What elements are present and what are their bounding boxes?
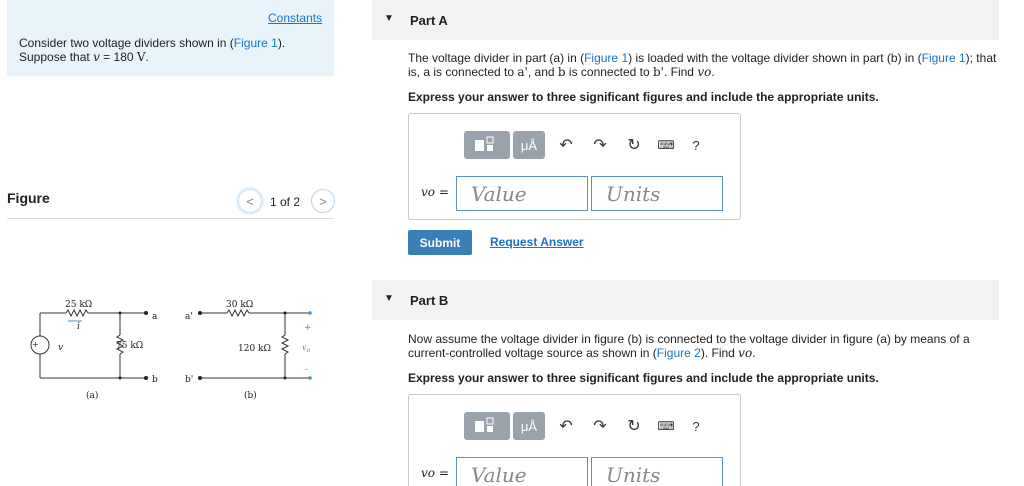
label-node-a-prime: a' xyxy=(185,312,193,322)
units-icon: μÅ xyxy=(520,418,538,434)
part-a-instruction: Express your answer to three significant… xyxy=(408,90,879,104)
figure-divider xyxy=(7,218,334,219)
value-input[interactable]: Value xyxy=(456,457,588,486)
label-25k: 25 kΩ xyxy=(65,300,92,310)
value-input[interactable]: Value xyxy=(456,176,588,211)
part-a-header[interactable] xyxy=(372,0,999,40)
source-plus: + xyxy=(32,340,39,349)
part-b-title: Part B xyxy=(410,293,449,308)
node-b-prime: b' xyxy=(652,65,664,79)
problem-text: . xyxy=(145,50,149,64)
question-text: . xyxy=(711,65,715,79)
caption-a: (a) xyxy=(86,390,98,401)
reset-icon[interactable]: ↻ xyxy=(623,135,645,155)
unit-volt: V xyxy=(136,50,146,64)
vo-minus: - xyxy=(305,365,308,375)
redo-icon[interactable]: ↷ xyxy=(589,416,611,436)
templates-button[interactable] xyxy=(464,412,510,440)
units-icon: μÅ xyxy=(520,137,538,153)
part-b-instruction: Express your answer to three significant… xyxy=(408,371,879,385)
units-input[interactable]: Units xyxy=(591,176,723,211)
request-answer-link[interactable]: Request Answer xyxy=(490,235,584,249)
chevron-left-icon: < xyxy=(246,193,254,209)
vo-subscript: o xyxy=(307,347,311,354)
figure-1-link[interactable]: Figure 1 xyxy=(584,51,628,65)
label-vo: vo xyxy=(302,343,311,354)
circuit-figure: 25 kΩ 75 kΩ v i a b (a) + 30 kΩ 120 kΩ a… xyxy=(30,300,312,401)
undo-icon[interactable]: ↶ xyxy=(555,416,577,436)
math-toolbar: μÅ ↶ ↷ ↻ ⌨ ? xyxy=(464,131,707,159)
problem-text: Consider two voltage dividers shown in ( xyxy=(19,36,234,50)
label-node-b-prime: b' xyxy=(185,375,193,385)
question-text: The voltage divider in part (a) in ( xyxy=(408,51,585,65)
keyboard-icon[interactable]: ⌨ xyxy=(655,419,677,433)
question-text: . xyxy=(752,346,756,360)
templates-button[interactable] xyxy=(464,131,510,159)
figure-2-link[interactable]: Figure 2 xyxy=(657,346,701,360)
vo-plus: + xyxy=(304,323,312,333)
figure-1-link[interactable]: Figure 1 xyxy=(234,36,278,50)
reset-icon[interactable]: ↻ xyxy=(623,416,645,436)
variable-v: v xyxy=(93,50,100,64)
vo-label: vo = xyxy=(421,185,449,199)
redo-icon[interactable]: ↷ xyxy=(589,135,611,155)
collapse-triangle-icon[interactable]: ▼ xyxy=(384,293,394,304)
part-a-question: The voltage divider in part (a) in (Figu… xyxy=(408,51,998,79)
units-button[interactable]: μÅ xyxy=(513,131,545,159)
problem-text: ). xyxy=(277,36,286,50)
chevron-right-icon: > xyxy=(319,193,327,209)
collapse-triangle-icon[interactable]: ▼ xyxy=(384,13,394,24)
question-text: ). Find xyxy=(700,346,739,360)
figure-1-link[interactable]: Figure 1 xyxy=(922,51,966,65)
part-b-question: Now assume the voltage divider in figure… xyxy=(408,332,988,360)
vo-label: vo = xyxy=(421,466,449,480)
node-a-prime: a' xyxy=(517,65,528,79)
templates-icon xyxy=(475,417,494,432)
part-b-header[interactable] xyxy=(372,280,999,320)
label-node-a: a xyxy=(152,312,158,322)
figure-next-button[interactable]: > xyxy=(311,189,335,213)
label-current-i: i xyxy=(77,322,80,332)
label-30k: 30 kΩ xyxy=(226,300,253,310)
part-a-title: Part A xyxy=(410,13,448,28)
figure-page-count: 1 of 2 xyxy=(270,195,301,209)
label-source-v: v xyxy=(58,343,63,353)
templates-icon xyxy=(475,136,494,151)
resistor-25k xyxy=(65,308,89,318)
caption-b: (b) xyxy=(244,390,257,401)
figure-prev-button[interactable]: < xyxy=(238,189,262,213)
node-b: b xyxy=(557,65,566,79)
part-b-answer-box: μÅ ↶ ↷ ↻ ⌨ ? vo = Value Units xyxy=(408,394,741,486)
question-text: , and xyxy=(527,65,558,79)
question-text: is connected to xyxy=(565,65,653,79)
help-icon[interactable]: ? xyxy=(685,419,707,434)
constants-link[interactable]: Constants xyxy=(268,11,322,25)
question-text: . Find xyxy=(663,65,698,79)
submit-button[interactable]: Submit xyxy=(408,230,472,255)
variable-vo: vo xyxy=(738,346,753,360)
units-button[interactable]: μÅ xyxy=(513,412,545,440)
help-icon[interactable]: ? xyxy=(685,138,707,153)
label-120k: 120 kΩ xyxy=(238,344,271,354)
undo-icon[interactable]: ↶ xyxy=(555,135,577,155)
math-toolbar: μÅ ↶ ↷ ↻ ⌨ ? xyxy=(464,412,707,440)
variable-vo: vo xyxy=(697,65,712,79)
label-node-b: b xyxy=(152,375,158,385)
resistor-120k xyxy=(280,334,290,355)
problem-text: Suppose that xyxy=(19,50,94,64)
units-input[interactable]: Units xyxy=(591,457,723,486)
figure-title: Figure xyxy=(7,190,50,206)
resistor-30k xyxy=(226,308,250,318)
part-a-answer-box: μÅ ↶ ↷ ↻ ⌨ ? vo = Value Units xyxy=(408,113,741,220)
keyboard-icon[interactable]: ⌨ xyxy=(655,138,677,152)
question-text: ) is loaded with the voltage divider sho… xyxy=(628,51,922,65)
problem-statement: Consider two voltage dividers shown in (… xyxy=(19,36,319,64)
problem-text: = 180 xyxy=(99,50,137,64)
label-75k: 75 kΩ xyxy=(116,341,143,351)
